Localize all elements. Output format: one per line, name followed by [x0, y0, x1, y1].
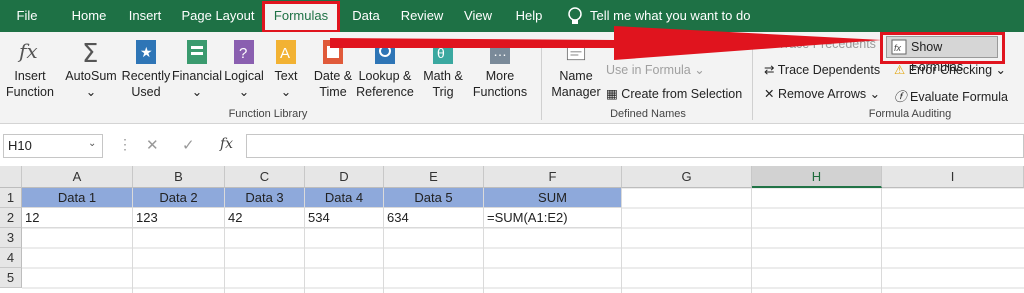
formula-auditing-group-label: Formula Auditing	[868, 108, 952, 120]
row-header[interactable]: 1	[0, 188, 22, 208]
tab-page-layout[interactable]: Page Layout	[178, 0, 258, 32]
sigma-icon: Σ	[82, 39, 98, 66]
column-header-selected[interactable]: H	[752, 166, 882, 188]
financial-label: Financial	[172, 69, 223, 83]
row-header[interactable]: 4	[0, 248, 22, 268]
insert-function-button[interactable]: fx Insert Function	[4, 38, 56, 100]
lookup-reference-label-2: Reference	[356, 85, 414, 99]
row-header[interactable]: 2	[0, 208, 22, 228]
create-from-selection-label: Create from Selection	[621, 87, 743, 101]
row-header[interactable]: 5	[0, 268, 22, 288]
error-checking-label: Error Checking	[908, 63, 993, 77]
remove-arrows-label: Remove Arrows	[777, 87, 867, 101]
svg-text:fx: fx	[17, 39, 38, 63]
math-trig-label-1: Math &	[423, 69, 463, 83]
svg-text:★: ★	[140, 44, 153, 60]
lightbulb-icon	[568, 7, 582, 24]
insert-function-icon[interactable]: fx	[220, 136, 233, 152]
text-button[interactable]: A Text ⌄	[266, 38, 306, 100]
annotation-arrow	[330, 26, 882, 60]
evaluate-formula-button[interactable]: ⓕ Evaluate Formula	[894, 86, 1008, 105]
tab-insert[interactable]: Insert	[122, 0, 168, 32]
logical-book-icon: ?	[234, 40, 254, 64]
tab-file[interactable]: File	[4, 0, 50, 32]
chevron-down-icon: ⌄	[191, 85, 203, 99]
formulas-tab-highlight	[262, 1, 340, 33]
recently-used-label-2: Used	[131, 85, 161, 99]
chevron-down-icon: ⌄	[280, 85, 292, 99]
grid-lines	[22, 188, 1024, 293]
row-header[interactable]: 3	[0, 228, 22, 248]
math-trig-label-2: Trig	[432, 85, 454, 99]
financial-book-icon	[187, 40, 207, 64]
name-manager-label-1: Name	[559, 69, 593, 83]
fx-icon: fx	[17, 39, 38, 63]
column-header[interactable]: I	[882, 166, 1024, 188]
chevron-down-icon: ⌄	[238, 85, 250, 99]
column-header[interactable]: C	[225, 166, 305, 188]
column-header[interactable]: A	[22, 166, 133, 188]
error-checking-button[interactable]: ⚠ Error Checking ⌄	[894, 62, 1006, 77]
column-header[interactable]: E	[384, 166, 484, 188]
svg-text:A: A	[280, 45, 290, 62]
function-library-group-label: Function Library	[228, 108, 308, 120]
enter-icon[interactable]: ✓	[182, 136, 195, 154]
chevron-down-icon: ⌄	[85, 85, 97, 99]
name-manager-label-2: Manager	[551, 85, 601, 99]
recently-used-button[interactable]: ★ Recently Used	[120, 38, 172, 100]
recently-used-label-1: Recently	[121, 69, 171, 83]
autosum-label: AutoSum	[65, 69, 117, 83]
more-functions-label-2: Functions	[472, 85, 528, 99]
defined-names-group-label: Defined Names	[610, 108, 686, 120]
financial-button[interactable]: Financial ⌄	[172, 38, 222, 100]
column-header[interactable]: G	[622, 166, 752, 188]
more-functions-label-1: More	[485, 69, 515, 83]
star-book-icon: ★	[136, 40, 156, 64]
svg-text:Σ: Σ	[82, 39, 98, 66]
chevron-down-icon[interactable]: ⌄	[88, 138, 96, 149]
cancel-icon[interactable]: ✕	[146, 136, 159, 154]
dots-icon: ⋮	[118, 136, 132, 152]
column-header[interactable]: B	[133, 166, 225, 188]
show-formulas-highlight	[880, 32, 1005, 64]
text-label: Text	[274, 69, 298, 83]
column-header[interactable]: D	[305, 166, 384, 188]
tab-home[interactable]: Home	[62, 0, 116, 32]
evaluate-formula-label: Evaluate Formula	[910, 90, 1008, 104]
lookup-reference-label-1: Lookup &	[358, 69, 412, 83]
logical-label: Logical	[224, 69, 264, 83]
svg-text:?: ?	[239, 45, 247, 62]
autosum-button[interactable]: Σ AutoSum ⌄	[62, 38, 120, 100]
create-from-selection-button[interactable]: ▦ Create from Selection	[606, 86, 742, 101]
fx-circle-icon: ⓕ	[894, 90, 907, 104]
insert-function-label-1: Insert	[14, 69, 46, 83]
logical-button[interactable]: ? Logical ⌄	[222, 38, 266, 100]
warning-icon: ⚠	[894, 63, 906, 77]
formula-input[interactable]	[246, 134, 1024, 158]
column-header[interactable]: F	[484, 166, 622, 188]
insert-function-label-2: Function	[6, 85, 54, 99]
select-all-corner[interactable]	[0, 166, 22, 188]
remove-arrows-button[interactable]: ✕ Remove Arrows ⌄	[764, 86, 880, 101]
text-book-icon: A	[276, 40, 296, 64]
